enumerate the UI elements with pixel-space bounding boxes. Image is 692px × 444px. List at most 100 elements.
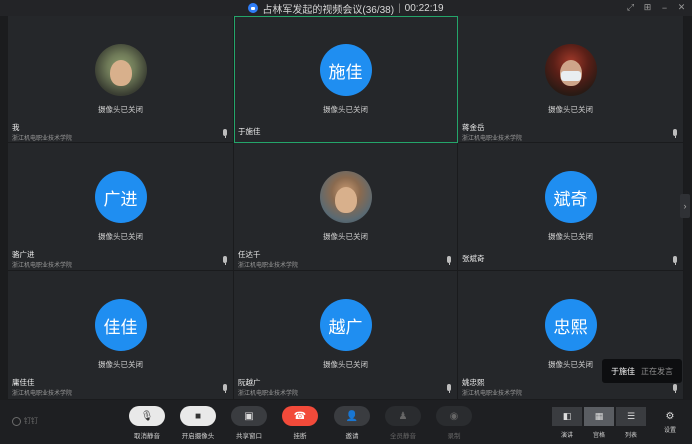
participant-org: 浙江机电职业技术学院: [462, 391, 523, 397]
mic-icon: [447, 256, 451, 265]
avatar: 忠熙: [544, 299, 597, 351]
mic-icon: [223, 384, 227, 393]
avatar: [319, 171, 372, 223]
speaker-name: 于施佳: [611, 366, 635, 376]
participant-name: 骆广进: [12, 250, 35, 259]
speaker-view-icon[interactable]: ◧: [552, 407, 582, 426]
camera-icon[interactable]: ■: [180, 406, 216, 426]
share-label: 共享窗口: [236, 433, 262, 440]
camera-off-label: 摄像头已关闭: [323, 105, 368, 114]
record-icon[interactable]: ◉: [436, 406, 472, 426]
logo-text: 钉钉: [24, 418, 38, 425]
participant-org: 浙江机电职业技术学院: [238, 391, 299, 397]
camera-label: 开启摄像头: [181, 433, 215, 440]
participant-name: 阮越广: [238, 378, 261, 387]
share-button[interactable]: ▣ 共享窗口: [229, 406, 269, 440]
close-icon[interactable]: ✕: [677, 2, 686, 13]
participant-grid: 摄像头已关闭 我 浙江机电职业技术学院 施佳 摄像头已关闭 于施佳 摄像头已关闭…: [8, 16, 684, 400]
participant-name: 于施佳: [238, 127, 261, 136]
mic-icon: [673, 129, 677, 138]
record-label: 录制: [447, 433, 461, 440]
participant-name: 张斌奇: [462, 254, 485, 263]
view-list-button[interactable]: ☰ 列表: [616, 407, 646, 439]
mute-all-label: 全员静音: [390, 433, 416, 440]
avatar: 越广: [319, 299, 372, 351]
list-view-icon[interactable]: ☰: [616, 407, 646, 426]
minimize-icon[interactable]: −: [660, 2, 669, 13]
participant-tile[interactable]: 摄像头已关闭 我 浙江机电职业技术学院: [8, 16, 234, 143]
view-grid-label: 宫格: [592, 433, 605, 439]
meeting-title: 占林军发起的视频会议(36/38): [262, 4, 395, 16]
view-list-label: 列表: [624, 433, 637, 439]
view-mode-group: ◧ 演讲 ▦ 宫格 ☰ 列表: [552, 407, 646, 439]
hangup-icon[interactable]: ☎: [282, 406, 318, 426]
mic-icon: [223, 256, 227, 265]
pin-icon[interactable]: ⊞: [643, 2, 652, 13]
participant-name: 庸佳佳: [12, 378, 35, 387]
participant-tile[interactable]: 摄像头已关闭 蒋金岳 浙江机电职业技术学院: [458, 16, 684, 143]
group-mute-icon[interactable]: ♟: [385, 406, 421, 426]
avatar: 广进: [94, 171, 147, 223]
participant-org: 浙江机电职业技术学院: [462, 136, 523, 142]
hangup-label: 挂断: [293, 433, 307, 440]
participant-org: 浙江机电职业技术学院: [238, 263, 299, 269]
participant-org: 浙江机电职业技术学院: [12, 391, 73, 397]
mic-icon: [447, 384, 451, 393]
unmute-button[interactable]: 🎙 取消静音: [127, 406, 167, 440]
gear-icon[interactable]: ⚙: [660, 411, 680, 422]
participant-name: 蒋金岳: [462, 123, 485, 132]
view-grid-button[interactable]: ▦ 宫格: [584, 407, 614, 439]
window-controls: ⤢ ⊞ − ✕: [626, 2, 686, 13]
grid-view-icon[interactable]: ▦: [584, 407, 614, 426]
participant-org: 浙江机电职业技术学院: [12, 263, 73, 269]
unmute-label: 取消静音: [134, 433, 160, 440]
speaker-status: 正在发言: [641, 366, 673, 376]
participant-name: 我: [12, 123, 20, 132]
avatar: 斌奇: [544, 171, 597, 223]
participant-name: 任达千: [238, 250, 261, 259]
title-bar: 占林军发起的视频会议(36/38) | 00:22:19 ⤢ ⊞ − ✕: [0, 0, 692, 16]
bottom-toolbar: 钉钉 🎙 取消静音 ■ 开启摄像头 ▣ 共享窗口 ☎ 挂断 👤 邀请 ♟ 全员静…: [0, 400, 692, 444]
participant-tile[interactable]: 斌奇 摄像头已关闭 张斌奇: [458, 143, 684, 271]
camera-off-label: 摄像头已关闭: [98, 105, 143, 114]
participant-tile[interactable]: 佳佳 摄像头已关闭 庸佳佳 浙江机电职业技术学院: [8, 271, 234, 400]
participant-tile[interactable]: 越广 摄像头已关闭 阮越广 浙江机电职业技术学院: [234, 271, 458, 400]
camera-off-label: 摄像头已关闭: [323, 232, 368, 241]
mute-all-button[interactable]: ♟ 全员静音: [383, 406, 423, 440]
title-separator: |: [398, 2, 401, 14]
hangup-button[interactable]: ☎ 挂断: [280, 406, 320, 440]
add-user-icon[interactable]: 👤: [334, 406, 370, 426]
invite-label: 邀请: [345, 433, 359, 440]
meeting-timer: 00:22:19: [404, 2, 444, 14]
camera-off-label: 摄像头已关闭: [98, 360, 143, 369]
dingtalk-logo-icon: [12, 416, 21, 426]
speaking-indicator: 于施佳 正在发言: [602, 359, 682, 383]
camera-off-label: 摄像头已关闭: [548, 232, 593, 241]
invite-button[interactable]: 👤 邀请: [332, 406, 372, 440]
camera-off-label: 摄像头已关闭: [323, 360, 368, 369]
mic-muted-icon[interactable]: 🎙: [129, 406, 165, 426]
mic-icon: [673, 384, 677, 393]
avatar: 施佳: [319, 44, 372, 96]
mic-icon: [673, 256, 677, 265]
participant-tile[interactable]: 摄像头已关闭 任达千 浙江机电职业技术学院: [234, 143, 458, 271]
participant-tile-active[interactable]: 施佳 摄像头已关闭 于施佳: [234, 16, 458, 143]
camera-button[interactable]: ■ 开启摄像头: [178, 406, 218, 440]
settings-label: 设置: [663, 428, 676, 434]
view-speaker-label: 演讲: [560, 433, 573, 439]
record-button[interactable]: ◉ 录制: [434, 406, 474, 440]
mic-icon: [223, 129, 227, 138]
lock-icon: [248, 3, 259, 13]
participant-name: 姚忠熙: [462, 378, 485, 387]
camera-off-label: 摄像头已关闭: [98, 232, 143, 241]
view-speaker-button[interactable]: ◧ 演讲: [552, 407, 582, 439]
fullscreen-icon[interactable]: ⤢: [626, 2, 635, 13]
next-page-arrow-icon[interactable]: ›: [680, 194, 690, 218]
share-screen-icon[interactable]: ▣: [231, 406, 267, 426]
avatar: [94, 44, 147, 96]
participant-tile[interactable]: 广进 摄像头已关闭 骆广进 浙江机电职业技术学院: [8, 143, 234, 271]
app-logo: 钉钉: [12, 416, 38, 426]
participant-org: 浙江机电职业技术学院: [12, 136, 73, 142]
settings-button[interactable]: ⚙ 设置: [660, 411, 680, 434]
avatar: 佳佳: [94, 299, 147, 351]
